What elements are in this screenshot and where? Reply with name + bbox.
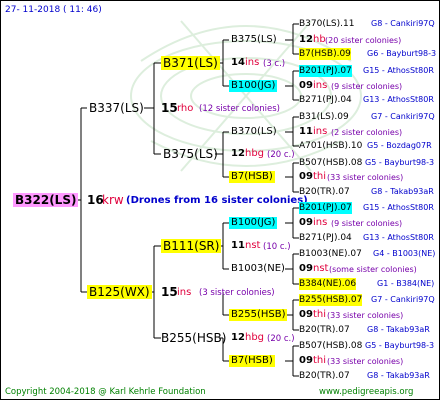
gen5-queen-id[interactable]: B384(NE).06	[299, 278, 357, 290]
gen4-generation-number: 09	[299, 171, 313, 182]
gen5-origin: G5 - Bayburt98-3	[365, 158, 435, 167]
gen4-sister-note: (9 sister colonies)	[331, 219, 403, 228]
gen3-sister-note: (20 c.)	[267, 334, 295, 344]
gen4-queen-id[interactable]: B100(JG)	[229, 217, 278, 229]
gen3-generation-number: 12	[231, 148, 245, 159]
dam-queen-id[interactable]: B125(WX)	[87, 285, 152, 299]
gen4-generation-number: 09	[299, 263, 313, 274]
root-queen-id[interactable]: B322(LS)	[13, 193, 79, 207]
gen4-queen-id[interactable]: B255(HSB)	[229, 309, 288, 321]
gen5-origin: G13 - AthosSt80R	[363, 95, 434, 104]
gen4-breed-code: ins	[313, 126, 328, 137]
gen4-queen-id[interactable]: B100(JG)	[229, 80, 278, 92]
gen5-queen-id[interactable]: B370(LS).11	[299, 18, 354, 30]
gen5-origin: G7 - Cankiri97Q	[371, 295, 435, 304]
gen5-origin: G13 - AthosSt80R	[363, 233, 434, 242]
dam-sister-note: (3 sister colonies)	[199, 288, 275, 298]
copyright-text: Copyright 2004-2018 @ Karl Kehrle Founda…	[5, 387, 206, 397]
gen4-breed-code: ins	[313, 217, 328, 228]
gen3-generation-number: 14	[231, 57, 245, 68]
gen5-queen-id[interactable]: B20(TR).07	[299, 186, 350, 198]
report-date: 27- 11-2018 ( 11: 46)	[5, 5, 102, 15]
gen3-generation-number: 12	[231, 332, 245, 343]
gen5-queen-id[interactable]: B271(PJ).04	[299, 232, 352, 244]
gen5-origin: G8 - Takab93aR	[367, 325, 430, 334]
gen5-origin: G5 - Bozdag07R	[367, 141, 432, 150]
gen4-breed-code: hb	[313, 34, 326, 45]
gen4-sister-note: (33 sister colonies)	[327, 357, 404, 366]
gen4-sister-note: (some sister colonies)	[329, 265, 417, 274]
gen3-queen-id[interactable]: B111(SR)	[161, 239, 222, 253]
gen4-queen-id[interactable]: B375(LS)	[229, 34, 279, 46]
gen4-sister-note: (2 sister colonies)	[331, 128, 403, 137]
gen3-breed-code: ins	[245, 57, 260, 68]
gen4-breed-code: thi	[313, 355, 327, 366]
gen4-breed-code: thi	[313, 171, 327, 182]
gen4-generation-number: 09	[299, 309, 313, 320]
gen3-breed-code: hbg	[245, 332, 265, 343]
gen4-sister-note: (33 sister colonies)	[327, 173, 404, 182]
root-breed-code: krw	[102, 193, 124, 207]
gen4-sister-note: (33 sister colonies)	[327, 311, 404, 320]
gen3-sister-note: (20 c.)	[267, 150, 295, 160]
pedigree-chart: 27- 11-2018 ( 11: 46) B322(LS) 16 krw (D…	[0, 0, 440, 400]
gen3-sister-note: (10 c.)	[263, 242, 291, 252]
gen5-origin: G15 - AthosSt80R	[363, 203, 434, 212]
gen5-origin: G5 - Bayburt98-3	[365, 341, 435, 350]
gen4-queen-id[interactable]: B370(LS)	[229, 126, 279, 138]
gen4-queen-id[interactable]: B7(HSB)	[229, 171, 275, 183]
gen3-queen-id[interactable]: B375(LS)	[161, 147, 220, 161]
gen5-queen-id[interactable]: B201(PJ).07	[299, 65, 352, 77]
gen5-origin: G6 - Bayburt98-3	[367, 49, 437, 58]
gen4-sister-note: (9 sister colonies)	[331, 82, 403, 91]
gen3-generation-number: 11	[231, 240, 245, 251]
gen5-queen-id[interactable]: B255(HSB).07	[299, 294, 363, 306]
sire-queen-id[interactable]: B337(LS)	[87, 101, 146, 115]
gen4-breed-code: nst	[313, 263, 329, 274]
gen4-sister-note: (20 sister colonies)	[325, 36, 402, 45]
website-link[interactable]: www.pedigreeapis.org	[319, 386, 413, 398]
gen3-sister-note: (3 c.)	[263, 59, 286, 69]
gen5-queen-id[interactable]: B271(PJ).04	[299, 94, 352, 106]
gen5-queen-id[interactable]: A701(HSB).10	[299, 140, 362, 152]
gen4-breed-code: thi	[313, 309, 327, 320]
gen3-breed-code: nst	[245, 240, 261, 251]
gen3-breed-code: hbg	[245, 148, 265, 159]
gen5-queen-id[interactable]: B20(TR).07	[299, 324, 350, 336]
gen5-origin: G1 - B384(NE)	[377, 279, 435, 288]
gen5-queen-id[interactable]: B7(HSB).09	[299, 48, 351, 60]
gen4-queen-id[interactable]: B7(HSB)	[229, 355, 275, 367]
gen5-queen-id[interactable]: B1003(NE).07	[299, 248, 362, 260]
gen5-queen-id[interactable]: B507(HSB).08	[299, 157, 362, 169]
gen5-origin: G15 - AthosSt80R	[363, 66, 434, 75]
sire-generation-number: 15	[161, 101, 178, 115]
gen5-origin: G8 - Takab93aR	[367, 371, 430, 380]
gen5-queen-id[interactable]: B507(HSB).08	[299, 340, 362, 352]
gen5-origin: G8 - Cankiri97Q	[371, 19, 435, 28]
sire-breed-code: rho	[177, 103, 194, 114]
gen5-queen-id[interactable]: B20(TR).07	[299, 370, 350, 382]
dam-generation-number: 15	[161, 285, 178, 299]
gen4-generation-number: 09	[299, 355, 313, 366]
root-drone-note: (Drones from 16 sister colonies)	[126, 195, 308, 206]
gen3-queen-id[interactable]: B371(LS)	[161, 56, 220, 70]
gen4-generation-number: 09	[299, 217, 313, 228]
gen3-queen-id[interactable]: B255(HSB)	[159, 331, 228, 345]
gen4-queen-id[interactable]: B1003(NE)	[229, 263, 287, 275]
gen5-origin: G8 - Takab93aR	[371, 187, 434, 196]
gen5-queen-id[interactable]: B31(LS).09	[299, 111, 349, 123]
sire-sister-note: (12 sister colonies)	[199, 104, 280, 114]
gen4-generation-number: 12	[299, 34, 313, 45]
gen4-generation-number: 11	[299, 126, 313, 137]
gen5-origin: G7 - Cankiri97Q	[371, 112, 435, 121]
gen5-queen-id[interactable]: B201(PJ).07	[299, 202, 352, 214]
dam-breed-code: ins	[177, 287, 192, 298]
gen5-origin: G4 - B1003(NE)	[373, 249, 436, 258]
gen4-generation-number: 09	[299, 80, 313, 91]
gen4-breed-code: ins	[313, 80, 328, 91]
